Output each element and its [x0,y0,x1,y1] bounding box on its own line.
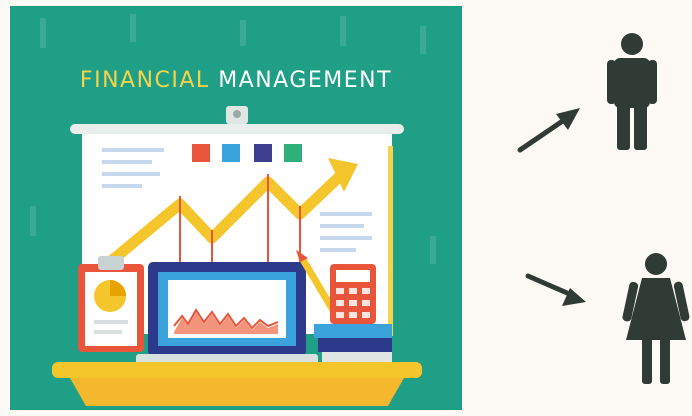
poster-title: FINANCIAL MANAGEMENT [10,68,462,93]
man-icon [607,33,657,150]
desk-front [70,378,404,406]
woman-icon [622,253,690,384]
pointer-stick [388,146,393,336]
blue-square [222,144,240,162]
poster-illustration [30,14,436,406]
green-square [284,144,302,162]
navy-square [254,144,272,162]
gender-diagram-svg [517,33,690,384]
title-accent-word: FINANCIAL [79,68,210,93]
board-rail [70,124,404,134]
financial-management-poster: FINANCIAL MANAGEMENT [10,6,462,410]
gender-diagram [462,0,692,416]
red-square [192,144,210,162]
book-stack [314,324,392,338]
desk-top [52,362,422,378]
arrow-up-right-icon [517,108,580,153]
title-rest-word: MANAGEMENT [218,68,393,93]
arrow-down-right-icon [525,273,586,306]
